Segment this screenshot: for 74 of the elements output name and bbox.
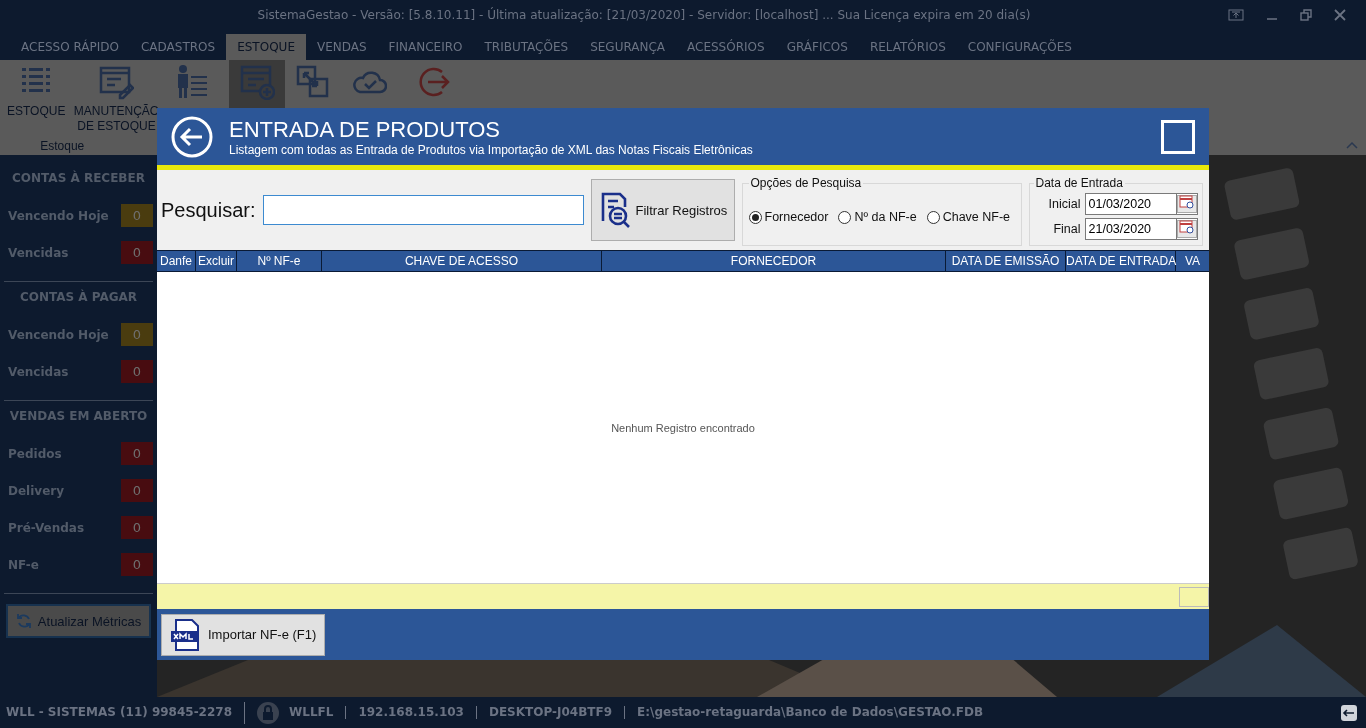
footer-field xyxy=(1179,587,1209,607)
column-header[interactable]: DATA DE EMISSÃO xyxy=(946,251,1066,271)
column-header[interactable]: Excluir xyxy=(196,251,237,271)
group-title: Data de Entrada xyxy=(1034,176,1124,190)
group-label: Estoque xyxy=(40,139,85,155)
metric-label: Vencidas xyxy=(8,245,69,260)
empty-message: Nenhum Registro encontrado xyxy=(611,421,755,434)
radio-option[interactable]: Fornecedor xyxy=(748,210,829,224)
import-button[interactable]: Importar NF-e (F1) xyxy=(161,613,326,656)
menu-tab[interactable]: GRÁFICOS xyxy=(775,34,859,60)
column-header[interactable]: VA xyxy=(1176,251,1209,271)
calendar-icon[interactable] xyxy=(1175,193,1198,215)
count-badge: 0 xyxy=(121,204,153,227)
logout-icon[interactable] xyxy=(1340,703,1358,722)
column-header[interactable]: FORNECEDOR xyxy=(602,251,946,271)
search-label: Pesquisar: xyxy=(161,198,256,222)
menu-tab[interactable]: TRIBUTAÇÕES xyxy=(473,34,580,60)
status-text: WLLFL xyxy=(289,706,334,719)
column-header[interactable]: CHAVE DE ACESSO xyxy=(322,251,602,271)
count-badge: 0 xyxy=(121,479,153,502)
section-heading: VENDAS EM ABERTO xyxy=(8,408,149,425)
status-text: E:\gestao-retaguarda\Banco de Dados\GESTAO.FDB xyxy=(637,706,984,719)
filter-button[interactable]: Filtrar Registros xyxy=(590,179,735,241)
metric-label: Pré-Vendas xyxy=(8,520,85,535)
metric-label: Vencendo Hoje xyxy=(8,208,109,223)
count-badge: 0 xyxy=(121,553,153,576)
metric-label: Vencendo Hoje xyxy=(8,327,109,342)
group-title: Opções de Pesquisa xyxy=(749,176,863,190)
menu-tab[interactable]: CADASTROS xyxy=(130,34,227,60)
section-heading: CONTAS À RECEBER xyxy=(11,169,146,187)
close-icon[interactable] xyxy=(1334,9,1346,21)
field-label: Inicial xyxy=(1048,197,1081,211)
search-field[interactable] xyxy=(262,195,584,225)
window-title: SistemaGestao - Versão: [5.8.10.11] - Última atualização: [21/03/2020] - Servidor: [localhost] ... Sua Licença expira em 20 dia(s) xyxy=(256,8,1032,22)
section-heading: CONTAS À PAGAR xyxy=(18,288,139,306)
count-badge: 0 xyxy=(121,323,153,346)
menu-tab[interactable]: ACESSO RÁPIDO xyxy=(10,34,130,60)
column-header[interactable]: Nº NF-e xyxy=(237,251,322,271)
radio-option[interactable]: Nº da NF-e xyxy=(838,210,917,224)
metric-label: NF-e xyxy=(8,557,39,572)
dialog-title: ENTRADA DE PRODUTOS xyxy=(229,116,501,143)
calendar-icon[interactable] xyxy=(1175,218,1198,240)
caret-icon[interactable] xyxy=(1346,141,1358,149)
lock-icon xyxy=(257,701,280,724)
count-badge: 0 xyxy=(121,241,153,264)
radio-option[interactable]: Chave NF-e xyxy=(926,210,1011,224)
xml-file-icon xyxy=(170,618,200,651)
screen-icon[interactable] xyxy=(1228,9,1244,21)
menu-tab[interactable]: CONFIGURAÇÕES xyxy=(956,34,1083,60)
menu-tab[interactable]: SEGURANÇA xyxy=(579,34,677,60)
refresh-icon xyxy=(15,613,32,629)
status-text: WLL - SISTEMAS (11) 99845-2278 xyxy=(6,706,233,719)
count-badge: 0 xyxy=(121,360,153,383)
column-header[interactable]: Danfe xyxy=(157,251,196,271)
status-text: 192.168.15.103 xyxy=(358,706,464,719)
menu-tab[interactable]: ACESSÓRIOS xyxy=(676,34,776,60)
dialog-subtitle: Listagem com todas as Entrada de Produtos via Importação de XML das Notas Fiscais Eletrônicas xyxy=(229,142,754,157)
metric-label: Pedidos xyxy=(8,446,62,461)
column-header[interactable]: DATA DE ENTRADA xyxy=(1066,251,1176,271)
form-pencil-icon[interactable] xyxy=(98,64,135,100)
metric-label: Vencidas xyxy=(8,364,69,379)
restore-icon[interactable] xyxy=(1300,9,1312,21)
count-badge: 0 xyxy=(121,442,153,465)
square-icon[interactable] xyxy=(1161,119,1195,154)
menu-tab[interactable]: FINANCEIRO xyxy=(377,34,474,60)
menu-tab[interactable]: VENDAS xyxy=(305,34,378,60)
date-field[interactable]: 21/03/2020 xyxy=(1084,218,1176,240)
status-text: DESKTOP-J04BTF9 xyxy=(488,706,613,719)
menu-tab[interactable]: RELATÓRIOS xyxy=(858,34,957,60)
back-icon[interactable] xyxy=(171,115,213,158)
count-badge: 0 xyxy=(121,516,153,539)
metric-label: Delivery xyxy=(8,483,65,498)
field-label: Final xyxy=(1053,222,1081,236)
date-field[interactable]: 01/03/2020 xyxy=(1084,193,1176,215)
